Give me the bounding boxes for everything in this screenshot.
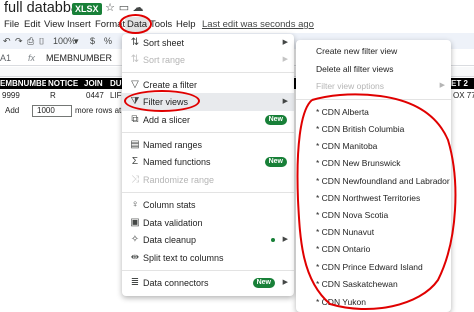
menu-item-filter-views[interactable]: ⧩ Filter views ▶ xyxy=(122,93,294,111)
menu-item-create-filter[interactable]: ▽ Create a filter xyxy=(122,76,294,94)
menu-format[interactable]: Format xyxy=(95,17,125,32)
add-rows-count-input[interactable]: 1000 xyxy=(32,105,72,117)
header-cell[interactable]: NOTICE xyxy=(48,78,82,89)
menu-divider xyxy=(122,72,294,73)
validation-icon: ▣ xyxy=(130,217,140,228)
sort-range-icon: ⇅ xyxy=(130,54,140,65)
menu-divider xyxy=(122,132,294,133)
sort-icon: ⇅ xyxy=(130,37,140,48)
filter-view-item[interactable]: * CDN Alberta xyxy=(296,103,451,121)
split-icon: ⇹ xyxy=(130,252,140,263)
menu-item-column-stats[interactable]: ♀ Column stats xyxy=(122,196,294,214)
format-badge: XLSX xyxy=(72,3,102,15)
table-cell[interactable]: 0447 xyxy=(86,90,108,101)
filter-views-icon: ⧩ xyxy=(130,96,140,107)
header-cell[interactable]: ET 2 xyxy=(451,78,474,89)
menu-divider xyxy=(122,270,294,271)
submenu-arrow-icon: ▶ xyxy=(439,82,445,89)
named-ranges-icon: ▤ xyxy=(130,139,140,150)
name-box[interactable]: A1 xyxy=(0,50,22,66)
menu-data[interactable]: Data xyxy=(125,17,150,32)
formula-input[interactable]: MEMBNUMBER xyxy=(46,50,112,66)
move-folder-icon[interactable]: ▭ xyxy=(118,2,130,14)
header-cell[interactable]: JOIN xyxy=(84,78,108,89)
menu-item-filter-view-options[interactable]: Filter view options ▶ xyxy=(296,77,451,95)
zoom-select[interactable]: 100% xyxy=(53,33,76,49)
submenu-arrow-icon: ▶ xyxy=(282,56,288,63)
menu-item-sort-sheet[interactable]: ⇅ Sort sheet ▶ xyxy=(122,34,294,52)
menu-divider xyxy=(296,99,451,100)
table-cell[interactable]: OX 77 xyxy=(453,90,474,101)
menu-item-create-filter-view[interactable]: Create new filter view xyxy=(296,42,451,60)
filter-view-item[interactable]: * CDN Yukon xyxy=(296,293,451,311)
filter-view-item[interactable]: * CDN Nova Scotia xyxy=(296,206,451,224)
database-icon: ≣ xyxy=(130,277,140,288)
new-badge: New xyxy=(252,278,275,288)
star-icon[interactable]: ☆ xyxy=(104,2,116,14)
paint-format-icon[interactable]: ⌷ xyxy=(39,33,44,49)
submenu-arrow-icon: ▶ xyxy=(282,279,288,286)
chevron-down-icon[interactable]: ▾ xyxy=(74,33,79,49)
menu-item-data-cleanup[interactable]: ✧ Data cleanup ▶ xyxy=(122,231,294,249)
filter-view-item[interactable]: * CDN Nunavut xyxy=(296,223,451,241)
filter-view-item[interactable]: * CDN British Columbia xyxy=(296,120,451,138)
menu-item-randomize-range[interactable]: ⤨ Randomize range xyxy=(122,171,294,189)
randomize-icon: ⤨ xyxy=(131,174,139,185)
menu-item-named-functions[interactable]: Σ Named functions New xyxy=(122,153,294,171)
menu-divider xyxy=(122,192,294,193)
filter-view-item[interactable]: * CDN New Brunswick xyxy=(296,154,451,172)
filter-view-item[interactable]: * CDN Saskatchewan xyxy=(296,275,451,293)
redo-icon[interactable]: ↷ xyxy=(15,33,23,49)
filter-views-submenu: Create new filter view Delete all filter… xyxy=(296,40,451,312)
menu-item-data-connectors[interactable]: ≣ Data connectors New ▶ xyxy=(122,274,294,292)
green-dot-icon xyxy=(271,238,275,242)
named-functions-icon: Σ xyxy=(131,156,139,167)
menu-item-add-slicer[interactable]: ⧉ Add a slicer New xyxy=(122,111,294,129)
table-cell[interactable]: 9999 xyxy=(2,90,46,101)
table-cell[interactable]: R xyxy=(50,90,80,101)
fx-icon: fx xyxy=(28,53,36,63)
menu-item-data-validation[interactable]: ▣ Data validation xyxy=(122,214,294,232)
menu-item-sort-range[interactable]: ⇅ Sort range ▶ xyxy=(122,51,294,69)
filter-view-item[interactable]: * CDN Northwest Territories xyxy=(296,189,451,207)
submenu-arrow-icon: ▶ xyxy=(282,98,288,105)
menu-edit[interactable]: Edit xyxy=(24,17,40,32)
menu-item-split-text[interactable]: ⇹ Split text to columns xyxy=(122,249,294,267)
cloud-status-icon[interactable]: ☁ xyxy=(132,2,144,14)
submenu-arrow-icon: ▶ xyxy=(282,39,288,46)
new-badge: New xyxy=(264,157,287,167)
menu-file[interactable]: File xyxy=(4,17,19,32)
filter-view-item[interactable]: * CDN Newfoundland and Labrador xyxy=(296,172,451,190)
slicer-icon: ⧉ xyxy=(131,114,139,125)
filter-view-item[interactable]: * CDN Prince Edward Island xyxy=(296,258,451,276)
menu-tools[interactable]: Tools xyxy=(150,17,172,32)
undo-icon[interactable]: ↶ xyxy=(3,33,11,49)
menu-insert[interactable]: Insert xyxy=(67,17,91,32)
title-bar: full databbase XLSX ☆ ▭ ☁ xyxy=(0,0,474,17)
add-rows-button[interactable]: Add xyxy=(3,105,21,117)
filter-view-item[interactable]: * CDN Manitoba xyxy=(296,137,451,155)
lightbulb-icon: ♀ xyxy=(131,199,139,210)
new-badge: New xyxy=(264,115,287,125)
menu-help[interactable]: Help xyxy=(176,17,196,32)
submenu-arrow-icon: ▶ xyxy=(282,236,288,243)
menu-bar: File Edit View Insert Format Data Tools … xyxy=(0,17,474,32)
data-menu: ⇅ Sort sheet ▶ ⇅ Sort range ▶ ▽ Create a… xyxy=(122,34,294,296)
filter-icon: ▽ xyxy=(131,79,139,90)
filter-view-item[interactable]: * CDN Ontario xyxy=(296,240,451,258)
percent-format-button[interactable]: % xyxy=(104,33,112,49)
currency-format-button[interactable]: $ xyxy=(90,33,95,49)
cleanup-icon: ✧ xyxy=(130,234,140,245)
print-icon[interactable]: ⎙ xyxy=(27,33,34,49)
header-cell[interactable]: EMBNUMBER xyxy=(0,78,46,89)
menu-item-named-ranges[interactable]: ▤ Named ranges xyxy=(122,136,294,154)
last-edit-link[interactable]: Last edit was seconds ago xyxy=(202,17,314,32)
menu-view[interactable]: View xyxy=(44,17,64,32)
menu-item-delete-filter-views[interactable]: Delete all filter views xyxy=(296,60,451,78)
